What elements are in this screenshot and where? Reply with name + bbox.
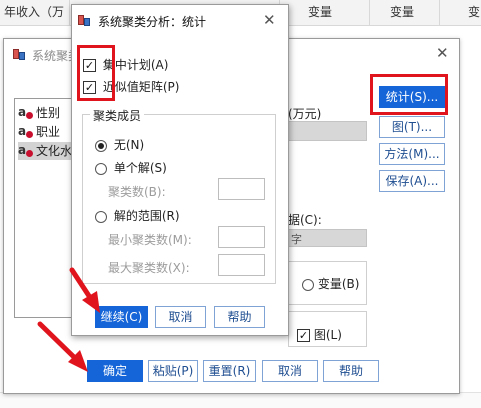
- arrow-to-ok: [37, 321, 88, 372]
- annotation-arrows: [37, 267, 100, 372]
- arrow-to-continue: [69, 267, 100, 313]
